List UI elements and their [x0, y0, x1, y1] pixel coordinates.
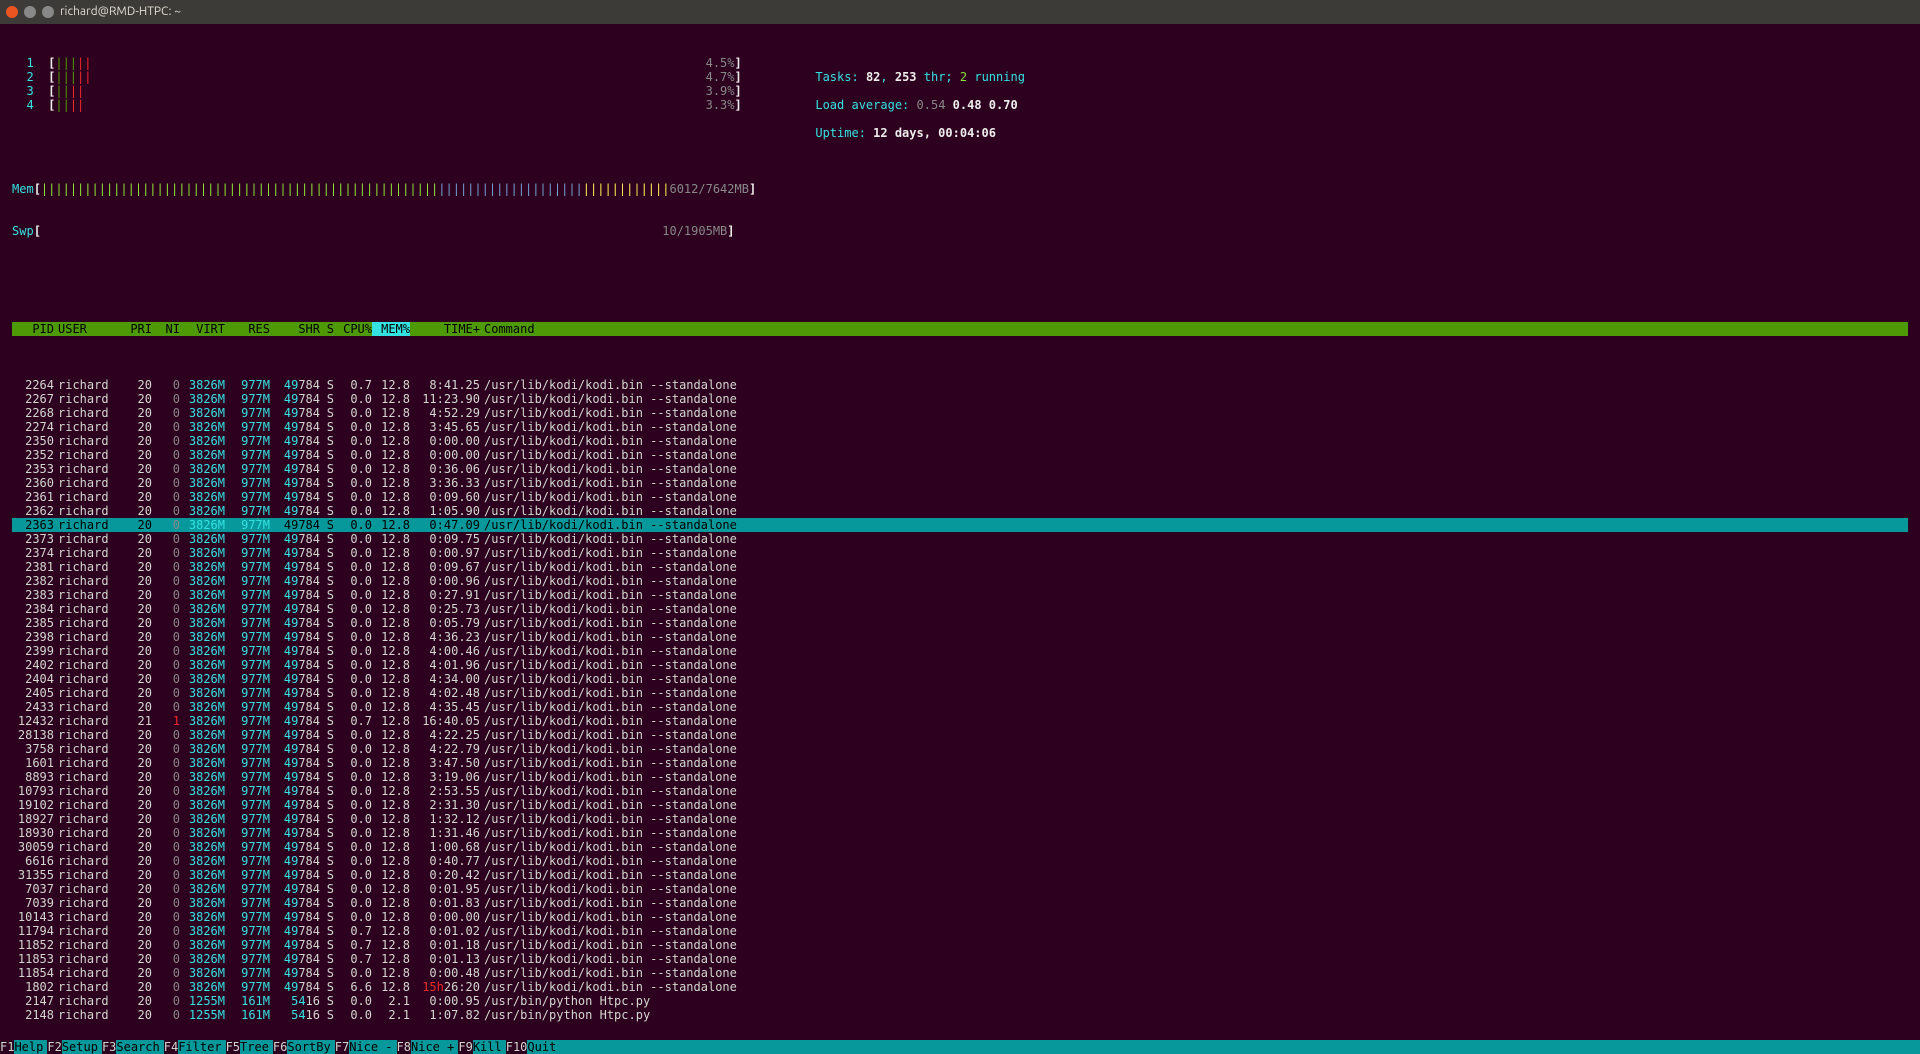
process-row[interactable]: 2373richard2003826M977M49784S0.012.80:09…	[12, 532, 1908, 546]
terminal-output[interactable]: 1 [||||| 4.5%] 2 [||||| 4.7%]	[0, 24, 1920, 1040]
fkey-label[interactable]: Nice -	[349, 1040, 396, 1054]
process-row[interactable]: 2405richard2003826M977M49784S0.012.84:02…	[12, 686, 1908, 700]
uptime-label: Uptime:	[815, 126, 873, 140]
process-row[interactable]: 11852richard2003826M977M49784S0.712.80:0…	[12, 938, 1908, 952]
process-row[interactable]: 2382richard2003826M977M49784S0.012.80:00…	[12, 574, 1908, 588]
process-row[interactable]: 2383richard2003826M977M49784S0.012.80:27…	[12, 588, 1908, 602]
process-row[interactable]: 2350richard2003826M977M49784S0.012.80:00…	[12, 434, 1908, 448]
process-row[interactable]: 2361richard2003826M977M49784S0.012.80:09…	[12, 490, 1908, 504]
process-row[interactable]: 2404richard2003826M977M49784S0.012.84:34…	[12, 672, 1908, 686]
fkey: F5	[226, 1040, 240, 1054]
fkey-label[interactable]: Kill	[473, 1040, 506, 1054]
cpu-meter: 3 [|||| 3.9%]	[12, 84, 752, 98]
mem-label: Mem	[12, 182, 34, 196]
load-label: Load average:	[815, 98, 916, 112]
process-row[interactable]: 2374richard2003826M977M49784S0.012.80:00…	[12, 546, 1908, 560]
fkey: F9	[458, 1040, 472, 1054]
process-row[interactable]: 2147richard2001255M161M5416S0.02.10:00.9…	[12, 994, 1908, 1008]
process-row[interactable]: 7037richard2003826M977M49784S0.012.80:01…	[12, 882, 1908, 896]
process-row[interactable]: 2360richard2003826M977M49784S0.012.83:36…	[12, 476, 1908, 490]
process-row[interactable]: 2398richard2003826M977M49784S0.012.84:36…	[12, 630, 1908, 644]
fkey-label[interactable]: Tree	[240, 1040, 273, 1054]
hdr-mem[interactable]: MEM%	[372, 322, 410, 336]
process-row[interactable]: 2362richard2003826M977M49784S0.012.81:05…	[12, 504, 1908, 518]
process-row[interactable]: 18930richard2003826M977M49784S0.012.81:3…	[12, 826, 1908, 840]
process-row[interactable]: 6616richard2003826M977M49784S0.012.80:40…	[12, 854, 1908, 868]
hdr-pri[interactable]: PRI	[124, 322, 152, 336]
tasks-label: Tasks:	[815, 70, 866, 84]
hdr-virt[interactable]: VIRT	[180, 322, 225, 336]
process-row[interactable]: 2353richard2003826M977M49784S0.012.80:36…	[12, 462, 1908, 476]
fkey-label[interactable]: Filter	[178, 1040, 225, 1054]
process-row[interactable]: 8893richard2003826M977M49784S0.012.83:19…	[12, 770, 1908, 784]
process-row[interactable]: 1601richard2003826M977M49784S0.012.83:47…	[12, 756, 1908, 770]
hdr-cmd[interactable]: Command	[480, 322, 1908, 336]
process-row[interactable]: 2352richard2003826M977M49784S0.012.80:00…	[12, 448, 1908, 462]
hdr-ni[interactable]: NI	[152, 322, 180, 336]
fkey: F10	[506, 1040, 528, 1054]
hdr-shr[interactable]: SHR	[270, 322, 320, 336]
close-icon[interactable]	[6, 6, 18, 18]
process-row[interactable]: 10793richard2003826M977M49784S0.012.82:5…	[12, 784, 1908, 798]
fkey: F3	[102, 1040, 116, 1054]
process-row[interactable]: 2148richard2001255M161M5416S0.02.11:07.8…	[12, 1008, 1908, 1022]
fkey-label[interactable]: Setup	[62, 1040, 102, 1054]
process-row[interactable]: 2385richard2003826M977M49784S0.012.80:05…	[12, 616, 1908, 630]
fkey: F8	[397, 1040, 411, 1054]
process-row[interactable]: 11794richard2003826M977M49784S0.712.80:0…	[12, 924, 1908, 938]
window-titlebar: richard@RMD-HTPC: ~	[0, 0, 1920, 24]
process-row[interactable]: 10143richard2003826M977M49784S0.012.80:0…	[12, 910, 1908, 924]
fkey-label[interactable]: Nice +	[411, 1040, 458, 1054]
process-row[interactable]: 11853richard2003826M977M49784S0.712.80:0…	[12, 952, 1908, 966]
hdr-pid[interactable]: PID	[12, 322, 54, 336]
process-row[interactable]: 18927richard2003826M977M49784S0.012.81:3…	[12, 812, 1908, 826]
process-row[interactable]: 2402richard2003826M977M49784S0.012.84:01…	[12, 658, 1908, 672]
fkey: F2	[47, 1040, 61, 1054]
process-row[interactable]: 30059richard2003826M977M49784S0.012.81:0…	[12, 840, 1908, 854]
process-row[interactable]: 2268richard2003826M977M49784S0.012.84:52…	[12, 406, 1908, 420]
fkey-label[interactable]: Search	[116, 1040, 163, 1054]
cpu-meter: 4 [|||| 3.3%]	[12, 98, 752, 112]
hdr-res[interactable]: RES	[225, 322, 270, 336]
process-row[interactable]: 2267richard2003826M977M49784S0.012.811:2…	[12, 392, 1908, 406]
hdr-user[interactable]: USER	[54, 322, 124, 336]
process-row[interactable]: 12432richard2113826M977M49784S0.712.816:…	[12, 714, 1908, 728]
hdr-s[interactable]: S	[320, 322, 334, 336]
process-header[interactable]: PID USER PRI NI VIRT RES SHR S CPU% MEM%…	[12, 322, 1908, 336]
process-row[interactable]: 2399richard2003826M977M49784S0.012.84:00…	[12, 644, 1908, 658]
process-row[interactable]: 2433richard2003826M977M49784S0.012.84:35…	[12, 700, 1908, 714]
minimize-icon[interactable]	[24, 6, 36, 18]
process-row[interactable]: 7039richard2003826M977M49784S0.012.80:01…	[12, 896, 1908, 910]
process-row[interactable]: 2274richard2003826M977M49784S0.012.83:45…	[12, 420, 1908, 434]
hdr-cpu[interactable]: CPU%	[334, 322, 372, 336]
fkey-label[interactable]: SortBy	[287, 1040, 334, 1054]
fkey: F4	[164, 1040, 178, 1054]
swp-label: Swp	[12, 224, 34, 238]
cpu-meter: 1 [||||| 4.5%]	[12, 56, 752, 70]
process-row[interactable]: 2384richard2003826M977M49784S0.012.80:25…	[12, 602, 1908, 616]
fkey-label[interactable]: Quit	[527, 1040, 560, 1054]
process-row[interactable]: 1802richard2003826M977M49784S6.612.815h2…	[12, 980, 1908, 994]
process-row[interactable]: 31355richard2003826M977M49784S0.012.80:2…	[12, 868, 1908, 882]
fkey: F1	[0, 1040, 14, 1054]
process-row[interactable]: 19102richard2003826M977M49784S0.012.82:3…	[12, 798, 1908, 812]
hdr-time[interactable]: TIME+	[410, 322, 480, 336]
maximize-icon[interactable]	[42, 6, 54, 18]
fkey-label[interactable]: Help	[14, 1040, 47, 1054]
cpu-meter: 2 [||||| 4.7%]	[12, 70, 752, 84]
process-row[interactable]: 2363richard2003826M977M49784S0.012.80:47…	[12, 518, 1908, 532]
process-row[interactable]: 2264richard2003826M977M49784S0.712.88:41…	[12, 378, 1908, 392]
process-row[interactable]: 2381richard2003826M977M49784S0.012.80:09…	[12, 560, 1908, 574]
process-row[interactable]: 11854richard2003826M977M49784S0.012.80:0…	[12, 966, 1908, 980]
function-key-bar: F1Help F2Setup F3SearchF4FilterF5Tree F6…	[0, 1040, 1920, 1054]
process-row[interactable]: 28138richard2003826M977M49784S0.012.84:2…	[12, 728, 1908, 742]
process-row[interactable]: 3758richard2003826M977M49784S0.012.84:22…	[12, 742, 1908, 756]
process-list[interactable]: 2264richard2003826M977M49784S0.712.88:41…	[12, 378, 1908, 1022]
fkey: F6	[273, 1040, 287, 1054]
fkey: F7	[335, 1040, 349, 1054]
window-title: richard@RMD-HTPC: ~	[60, 5, 181, 19]
